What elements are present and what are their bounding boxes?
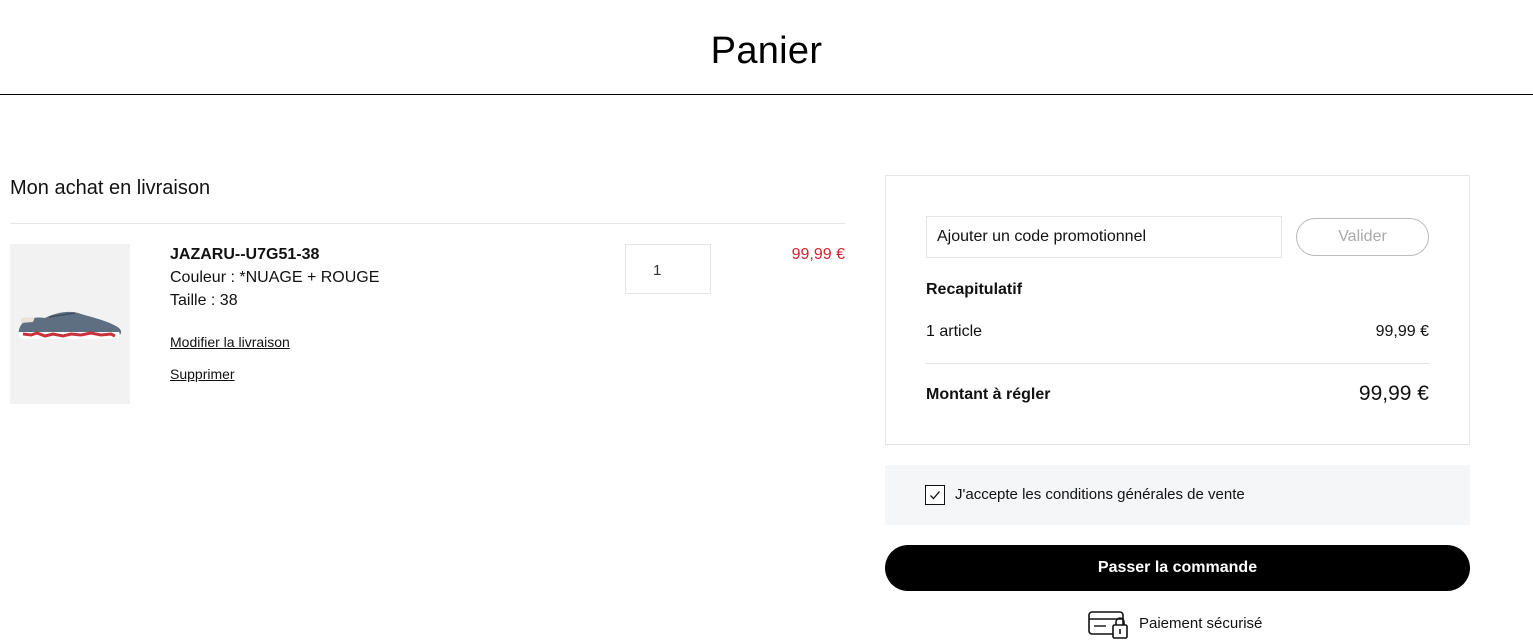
- check-icon: [930, 491, 940, 500]
- order-summary: Valider Recapitulatif 1 article 99,99 € …: [885, 175, 1470, 445]
- modify-delivery-link[interactable]: Modifier la livraison: [170, 334, 290, 350]
- place-order-button[interactable]: Passer la commande: [885, 545, 1470, 591]
- summary-divider: [926, 363, 1429, 364]
- promo-code-input[interactable]: [926, 216, 1282, 258]
- article-count: 1 article: [926, 323, 983, 340]
- recap-title: Recapitulatif: [926, 281, 1023, 298]
- shoe-icon: [18, 311, 122, 339]
- page-header: Panier: [0, 0, 1533, 95]
- quantity-selector[interactable]: 1: [625, 244, 711, 294]
- delete-item-link[interactable]: Supprimer: [170, 366, 235, 382]
- product-color: Couleur : *NUAGE + ROUGE: [170, 269, 380, 286]
- product-size: Taille : 38: [170, 292, 238, 309]
- product-image[interactable]: [10, 244, 130, 404]
- section-divider: [10, 223, 845, 224]
- total-value: 99,99 €: [1358, 382, 1429, 405]
- item-price: 99,99 €: [791, 246, 845, 263]
- secure-card-lock-icon: [1088, 611, 1128, 639]
- total-label: Montant à régler: [926, 386, 1051, 403]
- page-title: Panier: [710, 30, 823, 72]
- secure-payment-label: Paiement sécurisé: [1139, 615, 1263, 632]
- terms-panel: J'accepte les conditions générales de ve…: [885, 465, 1470, 525]
- validate-promo-button[interactable]: Valider: [1296, 218, 1429, 256]
- product-reference: JAZARU--U7G51-38: [170, 246, 320, 263]
- terms-label[interactable]: J'accepte les conditions générales de ve…: [955, 486, 1245, 503]
- section-title: Mon achat en livraison: [10, 177, 211, 199]
- terms-checkbox[interactable]: [925, 485, 945, 505]
- article-price: 99,99 €: [1375, 323, 1429, 340]
